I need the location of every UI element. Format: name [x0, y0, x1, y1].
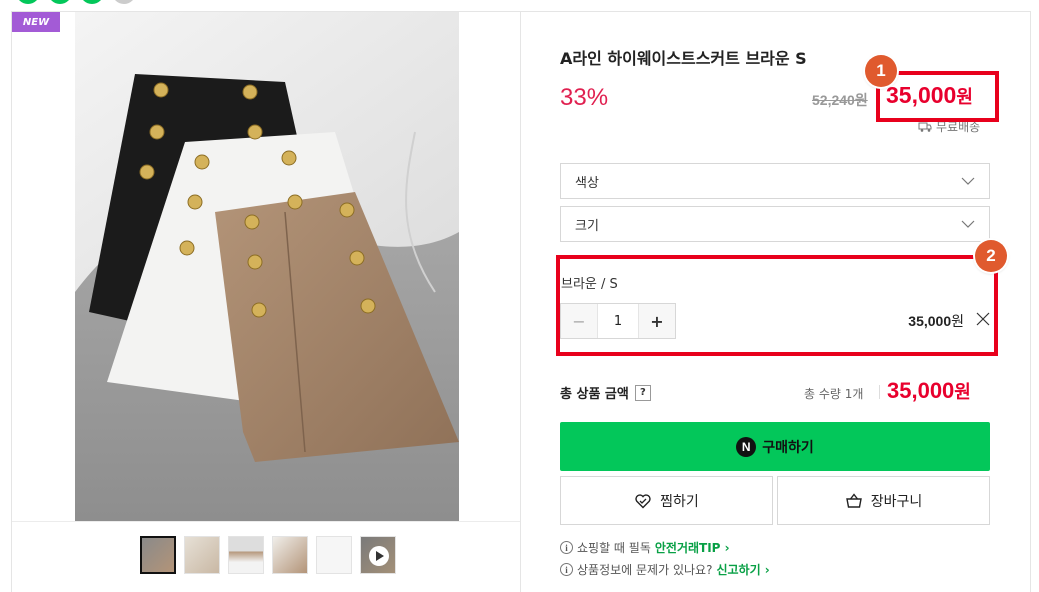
truck-icon — [918, 122, 932, 132]
shopping-basket-icon — [845, 492, 862, 508]
original-price: 52,240원 — [812, 92, 868, 108]
info-icon: i — [560, 541, 573, 554]
safe-trade-link[interactable]: 안전거래TIP › — [655, 539, 730, 556]
safe-trade-tip: i 쇼핑할 때 필독 안전거래TIP › — [560, 539, 730, 556]
chevron-down-icon — [961, 220, 975, 228]
top-dot — [16, 0, 40, 4]
product-gallery: NEW — [11, 11, 521, 592]
main-product-image[interactable] — [75, 12, 459, 521]
heart-icon — [635, 493, 651, 508]
total-price-number: 35,000 — [887, 378, 955, 403]
annotation-badge-1: 1 — [865, 55, 897, 87]
wish-button-label: 찜하기 — [660, 493, 699, 510]
discount-rate: 33% — [560, 84, 609, 111]
total-label-group: 총 상품 금액 ? — [560, 383, 651, 402]
color-select-label: 색상 — [575, 175, 599, 191]
buy-button[interactable]: N 구매하기 — [560, 422, 990, 471]
wish-button[interactable]: 찜하기 — [560, 476, 773, 525]
size-select-label: 크기 — [575, 218, 599, 234]
thumbnail-4[interactable] — [272, 536, 308, 574]
total-quantity: 총 수량 1개 — [804, 387, 864, 401]
color-select[interactable]: 색상 — [560, 163, 990, 199]
thumbnail-strip — [140, 536, 396, 574]
play-icon — [369, 546, 389, 566]
report-link[interactable]: 신고하기 › — [716, 561, 769, 578]
cart-button-label: 장바구니 — [870, 493, 923, 510]
chevron-down-icon — [961, 177, 975, 185]
top-dot — [48, 0, 72, 4]
naver-n-icon: N — [736, 436, 757, 457]
highlight-box-option — [556, 255, 998, 356]
top-dot — [80, 0, 104, 4]
info-icon: i — [560, 563, 573, 576]
thumbnail-video[interactable] — [360, 536, 396, 574]
gallery-divider — [12, 521, 520, 522]
buy-button-label: 구매하기 — [762, 439, 814, 456]
annotation-badge-2: 2 — [975, 240, 1007, 272]
safe-trade-text: 쇼핑할 때 필독 — [577, 541, 651, 555]
cart-button[interactable]: 장바구니 — [777, 476, 990, 525]
thumbnail-1[interactable] — [140, 536, 176, 574]
total-separator — [879, 385, 880, 399]
report-problem: i 상품정보에 문제가 있나요? 신고하기 › — [560, 561, 770, 578]
total-price-unit: 원 — [954, 382, 971, 402]
thumbnail-3[interactable] — [228, 536, 264, 574]
new-badge: NEW — [12, 12, 60, 32]
total-price: 35,000원 — [887, 378, 971, 404]
top-dots — [16, 0, 136, 4]
thumbnail-2[interactable] — [184, 536, 220, 574]
thumbnail-5[interactable] — [316, 536, 352, 574]
report-text: 상품정보에 문제가 있나요? — [577, 563, 713, 577]
top-dot — [112, 0, 136, 4]
size-select[interactable]: 크기 — [560, 206, 990, 242]
skirt-photo — [75, 12, 459, 521]
help-icon[interactable]: ? — [634, 384, 651, 401]
total-label: 총 상품 금액 — [560, 387, 629, 402]
product-title: A라인 하이웨이스트스커트 브라운 S — [560, 49, 807, 68]
